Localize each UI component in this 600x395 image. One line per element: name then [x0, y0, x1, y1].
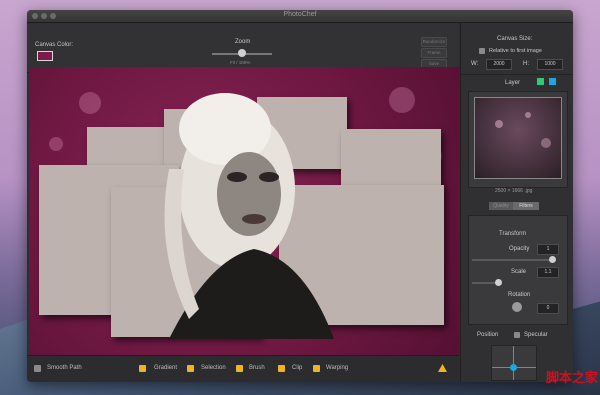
smooth-path-label: Smooth Path — [47, 365, 82, 371]
frame-button[interactable]: Frame — [421, 48, 447, 58]
scale-slider-knob[interactable] — [495, 279, 502, 286]
specular-label: Specular — [524, 332, 548, 338]
rotation-dial[interactable] — [512, 302, 522, 312]
rotation-label: Rotation — [508, 292, 531, 298]
bokeh-light — [389, 87, 415, 113]
gradient-toggle[interactable] — [139, 365, 146, 372]
opacity-slider-knob[interactable] — [549, 256, 556, 263]
watermark-chinese: 脚本之家 — [545, 371, 598, 386]
relative-label: Relative to first image — [489, 48, 542, 54]
randomize-button[interactable]: Randomize — [421, 37, 447, 47]
opacity-label: Opacity — [509, 246, 530, 252]
selection-label: Selection — [201, 365, 226, 371]
bokeh-light — [49, 137, 63, 151]
brush-label: Brush — [249, 365, 265, 371]
relative-checkbox[interactable] — [479, 48, 485, 54]
bokeh-light — [525, 112, 531, 118]
smooth-path-checkbox[interactable] — [34, 365, 41, 372]
layer-label: Layer — [505, 80, 521, 86]
canvas-color-label: Canvas Color: — [35, 42, 74, 48]
position-pad[interactable] — [491, 345, 537, 381]
layer-color-green[interactable] — [537, 78, 544, 85]
app-window: PhotoChef Canvas Color: Zoom Fit / 100% … — [27, 10, 573, 382]
warning-icon[interactable] — [438, 364, 447, 372]
site-watermark: 脚本之家 www.jb51.net — [546, 367, 598, 393]
clip-label: Clip — [292, 365, 303, 371]
layer-preview-panel — [468, 91, 568, 188]
warping-label: Warping — [326, 365, 349, 371]
bokeh-light — [79, 92, 101, 114]
width-label: W: — [471, 61, 479, 67]
canvas-width-field[interactable]: 2000 — [486, 59, 512, 70]
position-crosshair-vertical — [513, 346, 514, 380]
collage-canvas[interactable] — [29, 67, 459, 355]
zoom-label: Zoom — [235, 39, 251, 45]
portrait-photo — [164, 93, 334, 339]
opacity-slider-track[interactable] — [472, 259, 552, 261]
filters-segment[interactable]: Filters — [513, 202, 539, 210]
position-handle[interactable] — [510, 364, 517, 371]
gradient-label: Gradient — [154, 365, 178, 371]
layer-thumbnail[interactable] — [474, 97, 562, 179]
bokeh-light — [495, 120, 503, 128]
rotation-field[interactable]: 0 — [537, 303, 559, 314]
bokeh-light — [541, 138, 551, 148]
toolbar: Canvas Color: Zoom Fit / 100% Randomize … — [27, 23, 459, 73]
transform-panel: Transform Opacity 1 Scale 1.1 Rotation 0 — [468, 215, 568, 325]
title-bar: PhotoChef — [27, 10, 573, 23]
specular-checkbox[interactable] — [514, 332, 520, 338]
image-info: 2500 × 1666 .jpg — [495, 188, 533, 194]
zoom-sub-label: Fit / 100% — [230, 60, 251, 65]
warping-toggle[interactable] — [313, 365, 320, 372]
transform-label: Transform — [499, 231, 527, 237]
layer-color-blue[interactable] — [549, 78, 556, 85]
canvas-size-label: Canvas Size: — [497, 36, 533, 42]
height-label: H: — [523, 61, 529, 67]
window-title: PhotoChef — [283, 11, 317, 18]
collage-tile[interactable] — [341, 129, 441, 189]
clip-toggle[interactable] — [278, 365, 285, 372]
selection-toggle[interactable] — [187, 365, 194, 372]
quality-segment[interactable]: Quality — [489, 202, 513, 210]
bottom-toolbar: Smooth Path Gradient Selection Brush Cli… — [27, 355, 459, 382]
divider — [461, 74, 573, 75]
scale-field[interactable]: 1.1 — [537, 267, 559, 278]
zoom-slider-knob[interactable] — [238, 49, 246, 57]
opacity-field[interactable]: 1 — [537, 244, 559, 255]
scale-label: Scale — [511, 269, 527, 275]
watermark-url: www.jb51.net — [556, 386, 598, 393]
brush-toggle[interactable] — [236, 365, 243, 372]
canvas-height-field[interactable]: 1000 — [537, 59, 563, 70]
position-label: Position — [477, 332, 499, 338]
canvas-color-well[interactable] — [37, 51, 53, 61]
inspector-sidebar: Canvas Size: Relative to first image W: … — [460, 23, 573, 382]
